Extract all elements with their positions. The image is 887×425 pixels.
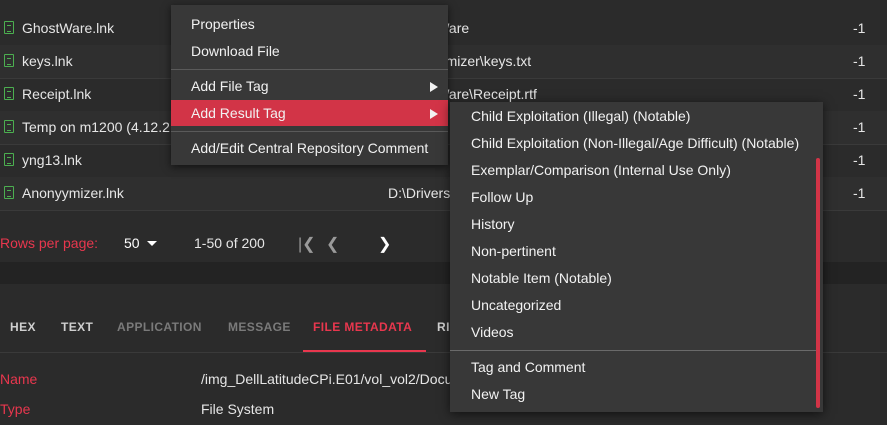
- submenu-item[interactable]: Follow Up: [450, 184, 820, 211]
- file-value: -1: [853, 20, 866, 36]
- submenu-arrow-icon: [430, 82, 438, 92]
- file-name: yng13.lnk: [22, 152, 82, 168]
- file-path: D:\Drivers: [388, 185, 451, 201]
- submenu-item-label: Exemplar/Comparison (Internal Use Only): [471, 162, 731, 178]
- tab-message[interactable]: MESSAGE: [228, 320, 291, 334]
- submenu-item[interactable]: Exemplar/Comparison (Internal Use Only): [450, 157, 820, 184]
- file-name: Anonyymizer.lnk: [22, 185, 124, 201]
- result-tag-submenu: Child Exploitation (Illegal) (Notable) C…: [450, 102, 823, 412]
- file-value: -1: [853, 152, 866, 168]
- context-menu: Properties Download File Add File Tag Ad…: [171, 5, 448, 165]
- menu-item-label: Download File: [191, 43, 280, 59]
- menu-item-label: Add Result Tag: [191, 105, 286, 121]
- submenu-item-tag-and-comment[interactable]: Tag and Comment: [450, 354, 820, 381]
- file-name: keys.lnk: [22, 53, 73, 69]
- dropdown-caret-icon[interactable]: [147, 241, 157, 246]
- submenu-item-label: Uncategorized: [471, 297, 562, 313]
- tab-text[interactable]: TEXT: [61, 320, 93, 334]
- menu-item-label: Properties: [191, 16, 255, 32]
- file-value: -1: [853, 53, 866, 69]
- file-name: Receipt.lnk: [22, 86, 92, 102]
- submenu-item-label: History: [471, 216, 515, 232]
- file-value: -1: [853, 86, 866, 102]
- rows-per-page-select[interactable]: 50: [124, 235, 140, 251]
- file-icon: [4, 120, 14, 133]
- submenu-item-label: Child Exploitation (Illegal) (Notable): [471, 108, 691, 124]
- submenu-item[interactable]: Videos: [450, 319, 820, 346]
- submenu-scrollbar[interactable]: [816, 158, 820, 408]
- submenu-item-label: Child Exploitation (Non-Illegal/Age Diff…: [471, 135, 800, 151]
- chevron-left-icon[interactable]: ❮: [326, 234, 339, 254]
- menu-item-label: Add/Edit Central Repository Comment: [191, 140, 429, 156]
- menu-separator: [171, 69, 448, 70]
- active-tab-indicator: [303, 350, 426, 352]
- page-range: 1-50 of 200: [194, 235, 265, 251]
- submenu-item[interactable]: Non-pertinent: [450, 238, 820, 265]
- menu-item-download-file[interactable]: Download File: [171, 38, 448, 64]
- submenu-item[interactable]: Child Exploitation (Illegal) (Notable): [450, 103, 820, 130]
- submenu-item[interactable]: Child Exploitation (Non-Illegal/Age Diff…: [450, 130, 820, 157]
- submenu-item-new-tag[interactable]: New Tag: [450, 381, 820, 408]
- tab-application[interactable]: APPLICATION: [117, 320, 202, 334]
- file-icon: [4, 186, 14, 199]
- submenu-item-label: Non-pertinent: [471, 243, 556, 259]
- menu-item-central-repository-comment[interactable]: Add/Edit Central Repository Comment: [171, 135, 448, 161]
- file-name: Temp on m1200 (4.12.2: [22, 119, 170, 135]
- submenu-item-label: Notable Item (Notable): [471, 270, 612, 286]
- submenu-item[interactable]: History: [450, 211, 820, 238]
- file-name: GhostWare.lnk: [22, 20, 115, 36]
- menu-separator: [171, 131, 448, 132]
- file-value: -1: [853, 185, 866, 201]
- metadata-key: Name: [0, 371, 38, 387]
- metadata-value: File System: [201, 401, 275, 417]
- submenu-arrow-icon: [430, 109, 438, 119]
- submenu-item-label: New Tag: [471, 386, 526, 402]
- metadata-value: /img_DellLatitudeCPi.E01/vol_vol2/Docu: [201, 371, 453, 387]
- menu-item-properties[interactable]: Properties: [171, 11, 448, 37]
- chevron-right-icon[interactable]: ❯: [378, 234, 391, 254]
- submenu-item-label: Videos: [471, 324, 514, 340]
- submenu-separator: [450, 350, 816, 351]
- file-value: -1: [853, 119, 866, 135]
- submenu-item-label: Tag and Comment: [471, 359, 586, 375]
- file-icon: [4, 153, 14, 166]
- submenu-item-label: Follow Up: [471, 189, 534, 205]
- submenu-item[interactable]: Notable Item (Notable): [450, 265, 820, 292]
- menu-item-add-result-tag[interactable]: Add Result Tag: [171, 100, 448, 126]
- metadata-key: Type: [0, 401, 31, 417]
- file-icon: [4, 21, 14, 34]
- tab-results[interactable]: RI: [437, 320, 450, 334]
- rows-per-page-label: Rows per page:: [0, 235, 99, 251]
- submenu-item[interactable]: Uncategorized: [450, 292, 820, 319]
- file-icon: [4, 87, 14, 100]
- menu-item-label: Add File Tag: [191, 78, 269, 94]
- tab-file-metadata[interactable]: FILE METADATA: [313, 320, 412, 334]
- file-icon: [4, 54, 14, 67]
- first-page-icon[interactable]: |❮: [298, 234, 316, 254]
- menu-item-add-file-tag[interactable]: Add File Tag: [171, 73, 448, 99]
- tab-hex[interactable]: HEX: [10, 320, 36, 334]
